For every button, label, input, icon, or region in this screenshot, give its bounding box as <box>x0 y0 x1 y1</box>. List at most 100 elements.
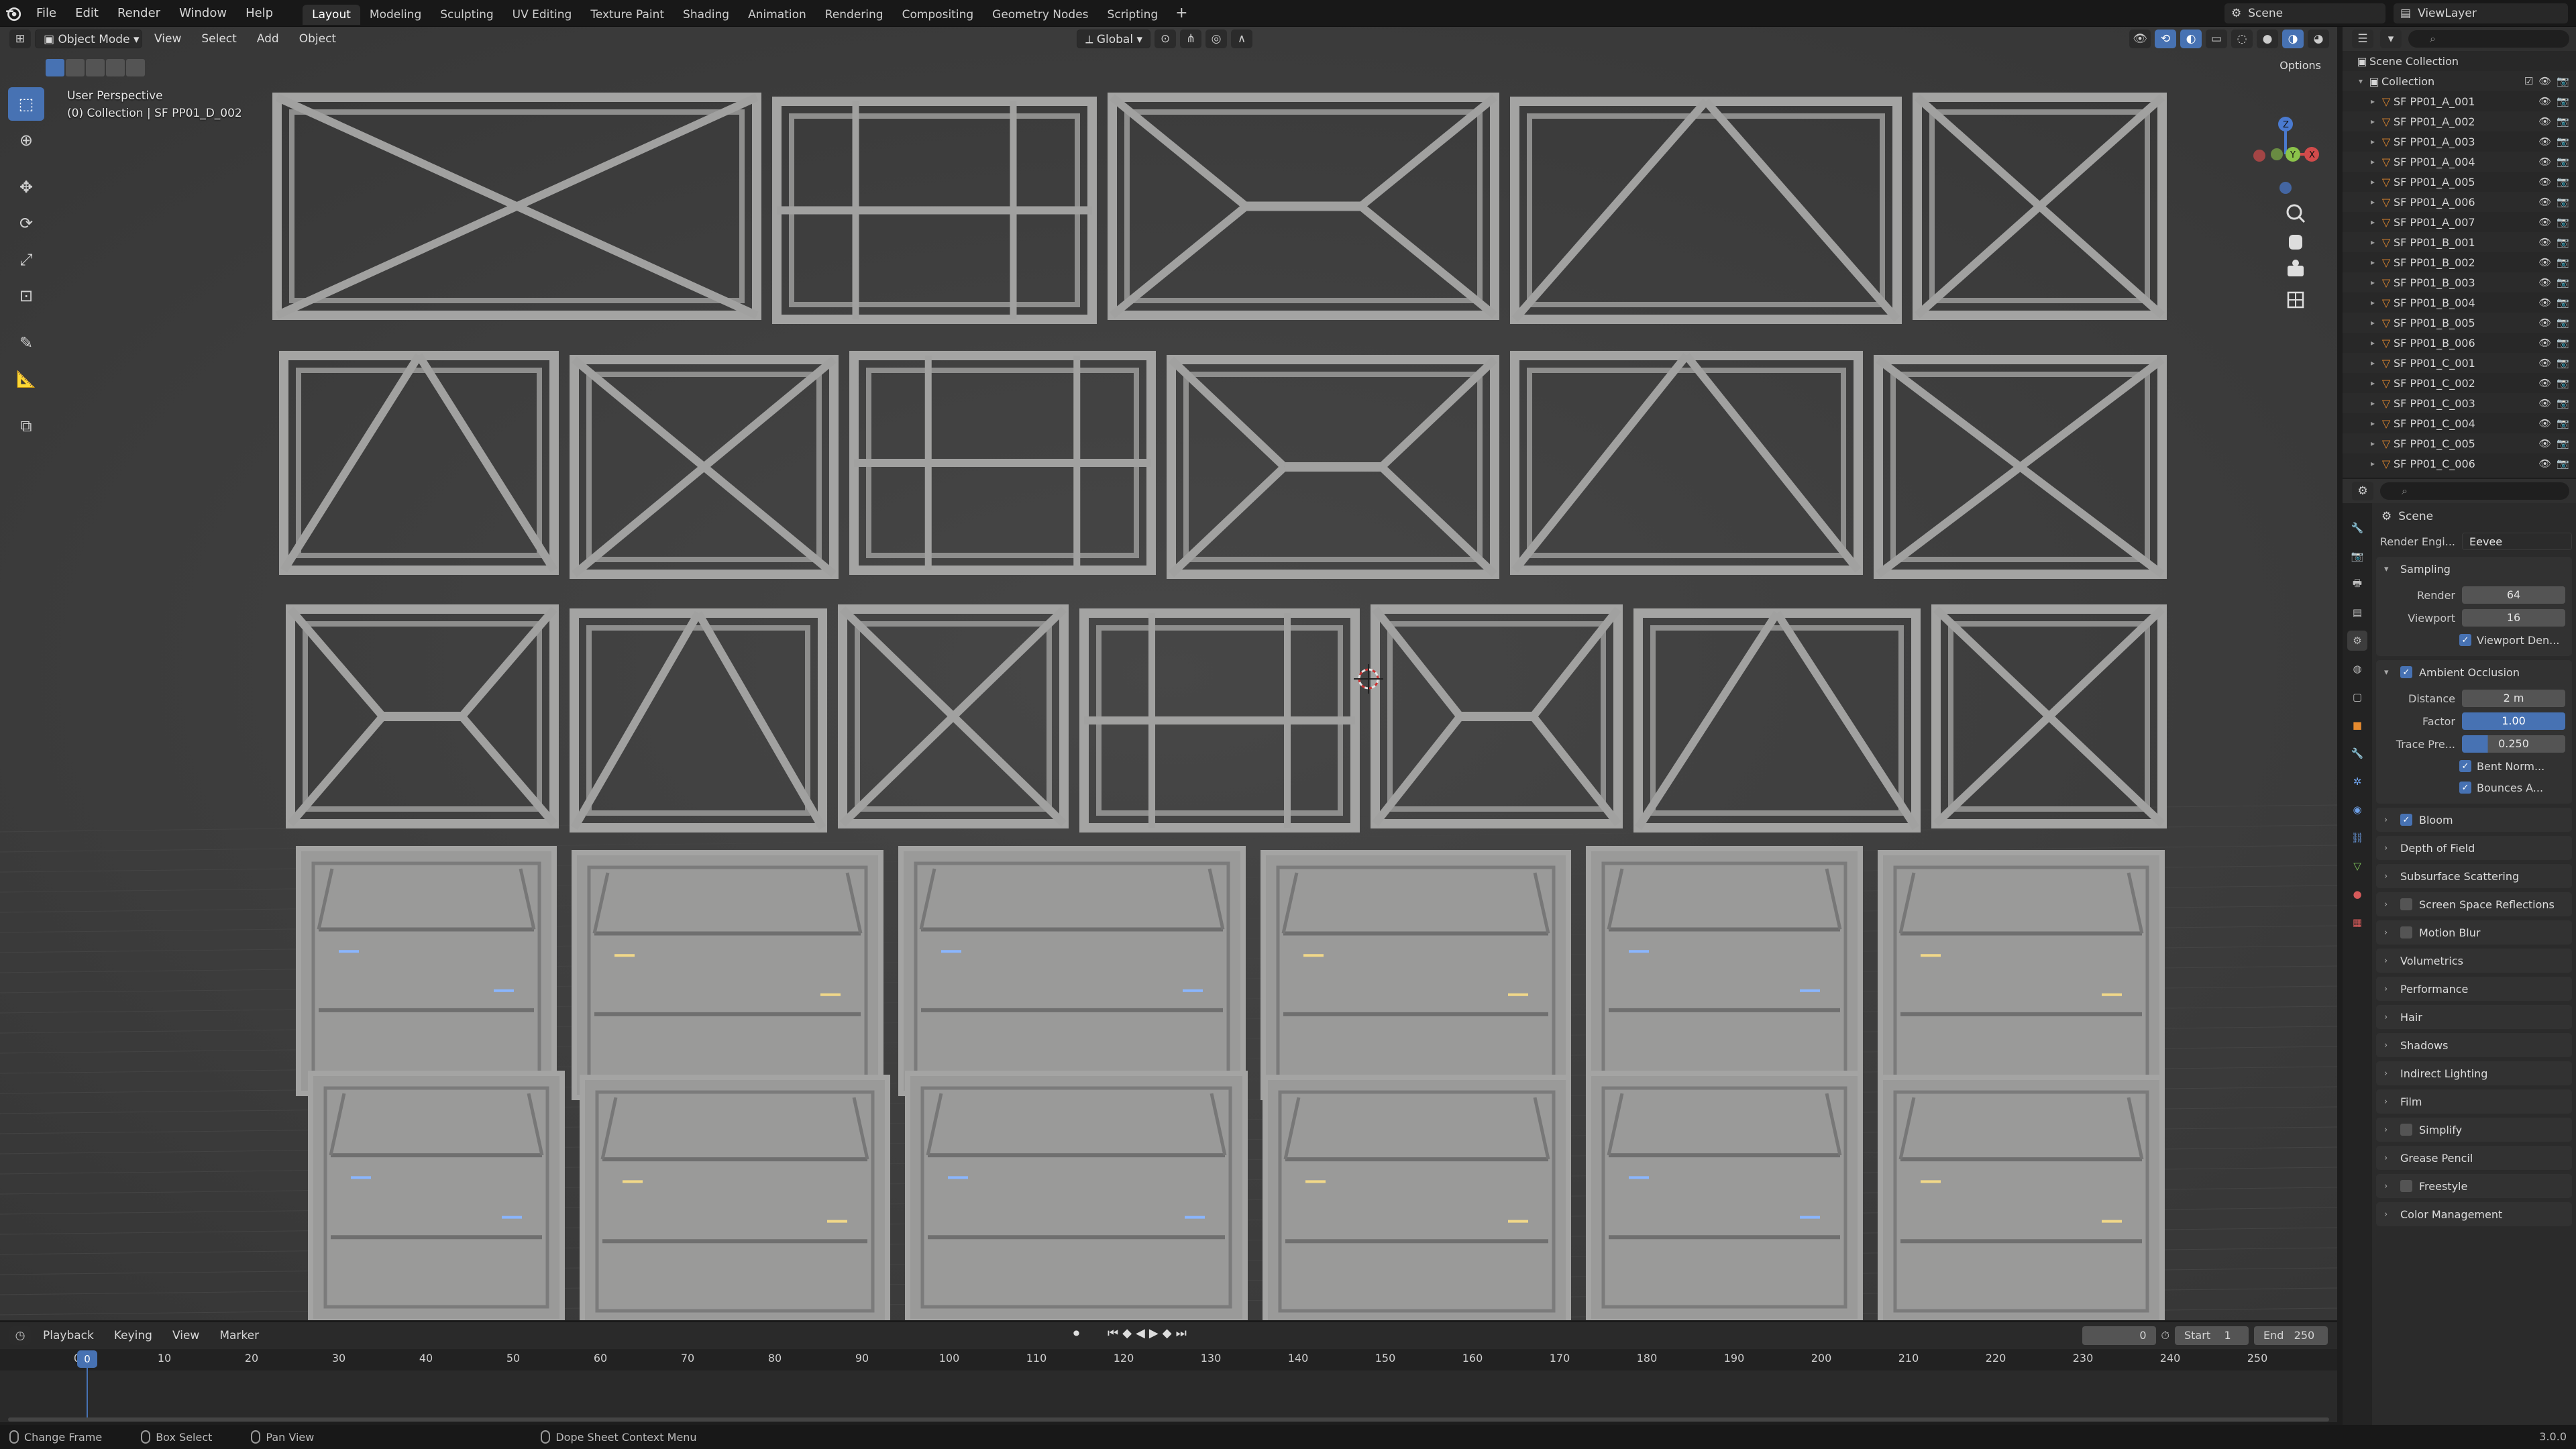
mode-selector[interactable]: ▣ Object Mode ▾ <box>35 30 142 48</box>
falloff-icon[interactable]: ∧ <box>1231 30 1253 48</box>
data-tab-icon[interactable]: ▽ <box>2347 856 2367 876</box>
expand-icon[interactable]: ▸ <box>2367 378 2379 388</box>
menu-window[interactable]: Window <box>170 0 236 27</box>
outliner-object-row[interactable]: ▸ ▽ SF PP01_B_001 👁 📷 <box>2343 232 2576 252</box>
select-box-tool-icon[interactable]: ⬚ <box>8 87 44 121</box>
panel-mesh[interactable] <box>1878 850 2165 1100</box>
tab-sculpting[interactable]: Sculpting <box>431 5 502 25</box>
outliner-object-row[interactable]: ▸ ▽ SF PP01_B_002 👁 📷 <box>2343 252 2576 272</box>
viewport-denoise-checkbox[interactable]: ✓ <box>2459 634 2471 646</box>
shading-solid-icon[interactable]: ● <box>2257 30 2278 48</box>
panel-grease-pencil[interactable]: › Grease Pencil <box>2376 1146 2572 1170</box>
panel-mesh[interactable] <box>1878 1075 2165 1320</box>
render-camera-icon[interactable]: 📷 <box>2557 95 2569 107</box>
gizmo-neg-y-icon[interactable] <box>2271 148 2283 160</box>
outliner-search-input[interactable]: ⌕ <box>2408 30 2569 48</box>
texture-tab-icon[interactable]: ▦ <box>2347 912 2367 932</box>
visibility-icon[interactable]: 👁 <box>2129 30 2151 48</box>
outliner-object-row[interactable]: ▸ ▽ SF PP01_C_006 👁 📷 <box>2343 453 2576 474</box>
proportional-edit-icon[interactable]: ◎ <box>1205 30 1228 48</box>
panel-mesh[interactable] <box>580 1075 890 1320</box>
expand-icon[interactable]: ▸ <box>2367 398 2379 408</box>
panel-header[interactable]: › Grease Pencil <box>2376 1146 2572 1170</box>
tab-rendering[interactable]: Rendering <box>816 5 893 25</box>
tab-scripting[interactable]: Scripting <box>1098 5 1168 25</box>
expand-icon[interactable]: ▸ <box>2367 318 2379 327</box>
cursor-tool-icon[interactable]: ⊕ <box>8 123 44 157</box>
visibility-eye-icon[interactable]: 👁 <box>2538 377 2551 389</box>
render-camera-icon[interactable]: 📷 <box>2557 216 2569 228</box>
panel-header[interactable]: › Film <box>2376 1089 2572 1114</box>
render-camera-icon[interactable]: 📷 <box>2557 256 2569 268</box>
panel-enable-checkbox[interactable] <box>2400 898 2412 910</box>
render-camera-icon[interactable]: 📷 <box>2557 417 2569 429</box>
panel-subsurface-scattering[interactable]: › Subsurface Scattering <box>2376 864 2572 888</box>
exclude-checkbox-icon[interactable]: ☑ <box>2524 75 2533 87</box>
render-camera-icon[interactable]: 📷 <box>2557 357 2569 369</box>
render-camera-icon[interactable]: 📷 <box>2557 337 2569 349</box>
render-camera-icon[interactable]: 📷 <box>2557 297 2569 309</box>
panel-mesh[interactable] <box>1586 846 1863 1096</box>
outliner-object-row[interactable]: ▸ ▽ SF PP01_B_005 👁 📷 <box>2343 313 2576 333</box>
measure-tool-icon[interactable]: 📐 <box>8 362 44 396</box>
panel-mesh[interactable] <box>296 846 557 1096</box>
outliner-object-row[interactable]: ▸ ▽ SF PP01_A_006 👁 📷 <box>2343 192 2576 212</box>
view-layer-selector[interactable]: ▤ ViewLayer <box>2394 3 2568 23</box>
zoom-icon[interactable] <box>2286 204 2306 223</box>
visibility-eye-icon[interactable]: 👁 <box>2538 297 2551 309</box>
particles-tab-icon[interactable]: ✲ <box>2347 771 2367 792</box>
panel-mesh[interactable] <box>1260 850 1571 1100</box>
viewport-menu-object[interactable]: Object <box>291 30 344 48</box>
panel-header[interactable]: › Indirect Lighting <box>2376 1061 2572 1085</box>
viewport-denoise-row[interactable]: ✓ Viewport Den... <box>2376 629 2565 651</box>
panel-mesh[interactable] <box>1263 1075 1571 1320</box>
visibility-eye-icon[interactable]: 👁 <box>2538 256 2551 268</box>
xray-icon[interactable]: ▭ <box>2206 30 2227 48</box>
panel-mesh[interactable] <box>905 1071 1248 1320</box>
jump-start-icon[interactable]: ⏮ <box>1108 1326 1118 1340</box>
expand-icon[interactable]: ▸ <box>2367 157 2379 166</box>
timeline-menu-playback[interactable]: Playback <box>35 1329 102 1342</box>
menu-file[interactable]: File <box>27 0 66 27</box>
panel-header[interactable]: › Volumetrics <box>2376 949 2572 973</box>
panel-enable-checkbox[interactable] <box>2400 1124 2412 1136</box>
gizmo-neg-z-icon[interactable] <box>2279 182 2292 194</box>
rotate-tool-icon[interactable]: ⟳ <box>8 207 44 240</box>
expand-icon[interactable]: ▸ <box>2367 459 2379 468</box>
panel-film[interactable]: › Film <box>2376 1089 2572 1114</box>
outliner-object-row[interactable]: ▸ ▽ SF PP01_A_002 👁 📷 <box>2343 111 2576 131</box>
viewport-menu-add[interactable]: Add <box>249 30 287 48</box>
tool-tab-icon[interactable]: 🔧 <box>2347 518 2367 538</box>
ambient-occlusion-header[interactable]: ▾ ✓ Ambient Occlusion <box>2376 660 2572 684</box>
render-tab-icon[interactable]: 📷 <box>2347 546 2367 566</box>
visibility-eye-icon[interactable]: 👁 <box>2538 337 2551 349</box>
visibility-eye-icon[interactable]: 👁 <box>2538 417 2551 429</box>
bent-normals-row[interactable]: ✓ Bent Norm... <box>2376 755 2565 777</box>
expand-icon[interactable]: ▸ <box>2367 237 2379 247</box>
expand-icon[interactable]: ▸ <box>2367 197 2379 207</box>
add-cube-tool-icon[interactable]: ⧉ <box>8 409 44 443</box>
prev-keyframe-icon[interactable]: ◆ <box>1122 1326 1132 1340</box>
select-new-icon[interactable] <box>46 59 64 76</box>
render-camera-icon[interactable]: 📷 <box>2557 136 2569 148</box>
scene-render[interactable] <box>0 27 2337 1320</box>
ambient-occlusion-checkbox[interactable]: ✓ <box>2400 666 2412 678</box>
panel-mesh[interactable] <box>572 850 883 1100</box>
tab-texture-paint[interactable]: Texture Paint <box>581 5 674 25</box>
render-camera-icon[interactable]: 📷 <box>2557 397 2569 409</box>
annotate-tool-icon[interactable]: ✎ <box>8 326 44 360</box>
play-icon[interactable]: ▶ <box>1149 1326 1159 1340</box>
ao-trace-slider[interactable]: 0.250 <box>2462 735 2565 753</box>
outliner-collection[interactable]: ▾ ▣ Collection ☑ 👁 📷 <box>2343 71 2576 91</box>
world-tab-icon[interactable]: ◍ <box>2347 659 2367 679</box>
tab-geometry-nodes[interactable]: Geometry Nodes <box>983 5 1097 25</box>
expand-icon[interactable]: ▸ <box>2367 439 2379 448</box>
timeline-editor-icon[interactable]: ◷ <box>9 1326 31 1345</box>
move-tool-icon[interactable]: ✥ <box>8 170 44 204</box>
panel-header[interactable]: › Hair <box>2376 1005 2572 1029</box>
menu-edit[interactable]: Edit <box>66 0 108 27</box>
properties-editor-icon[interactable]: ⚙ <box>2352 482 2373 500</box>
panel-enable-checkbox[interactable] <box>2400 926 2412 938</box>
playhead[interactable]: 0 <box>77 1350 97 1368</box>
panel-header[interactable]: › Color Management <box>2376 1202 2572 1226</box>
